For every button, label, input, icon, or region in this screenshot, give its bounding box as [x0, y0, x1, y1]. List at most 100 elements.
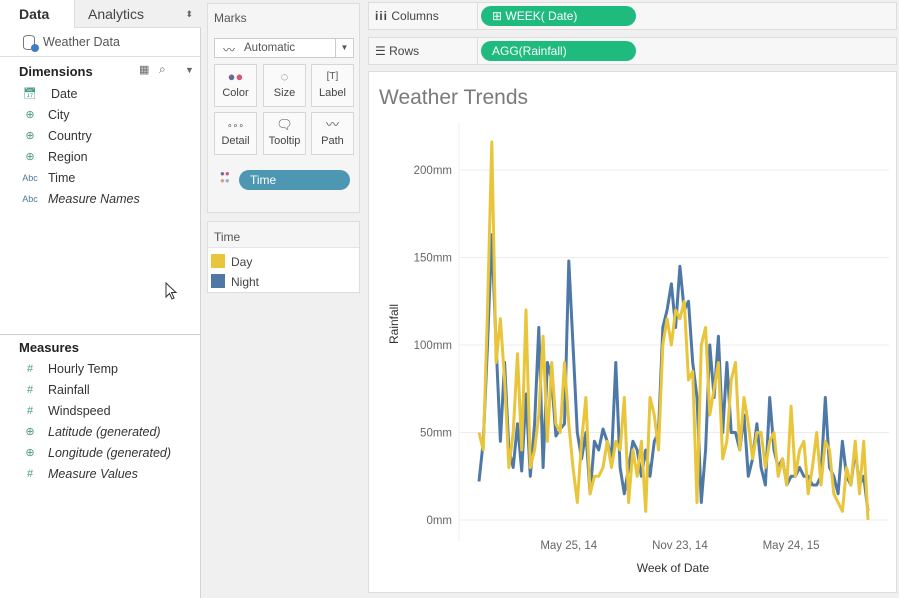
measure-windspeed[interactable]: # Windspeed — [0, 401, 200, 422]
field-label: Region — [48, 150, 88, 164]
calendar-icon: 📅︎ — [23, 88, 37, 100]
columns-shelf[interactable]: iii Columns ⊞ WEEK( Date) — [368, 2, 897, 30]
legend-label: Night — [231, 275, 260, 289]
path-icon: 〰 — [325, 117, 339, 132]
columns-icon: iii — [375, 9, 389, 23]
line-mark-icon: 〰 — [223, 43, 236, 57]
rows-icon: ☰ — [375, 44, 386, 58]
dimension-time[interactable]: Abc Time — [0, 168, 200, 189]
tooltip-button[interactable]: 🗨︎ Tooltip — [263, 112, 306, 155]
day-swatch — [211, 254, 225, 268]
series-line-night[interactable] — [477, 233, 870, 512]
color-button[interactable]: ●● Color — [214, 64, 257, 107]
x-axis-title: Week of Date — [637, 561, 710, 575]
label-button[interactable]: [T] Label — [311, 64, 354, 107]
field-label: Longitude (generated) — [48, 446, 172, 460]
globe-icon: ⊕ — [25, 109, 35, 121]
measure-longitude[interactable]: ⊕ Longitude (generated) — [0, 443, 200, 464]
mouse-cursor-icon — [165, 282, 178, 300]
week-date-pill[interactable]: ⊞ WEEK( Date) — [481, 6, 636, 26]
divider — [477, 3, 478, 29]
field-label: Hourly Temp — [48, 362, 118, 376]
y-tick-label: 100mm — [414, 340, 452, 352]
updown-icon: ⬍ — [185, 9, 193, 19]
text-label-icon: [T] — [326, 71, 339, 82]
tooltip-icon: 🗨︎ — [276, 117, 293, 132]
y-tick-label: 50mm — [420, 428, 452, 440]
rows-shelf-label: ☰ Rows — [375, 44, 420, 58]
tab-analytics[interactable]: Analytics ⬍ — [74, 0, 201, 28]
y-tick-label: 200mm — [414, 165, 452, 177]
pill-label: WEEK( Date) — [505, 9, 578, 23]
line-chart[interactable]: 0mm 50mm 100mm 150mm 200mm May 25, 14 Nov 23, … — [369, 72, 898, 594]
y-tick-label: 150mm — [414, 253, 452, 265]
button-label: Color — [222, 87, 249, 99]
rainfall-pill[interactable]: AGG(Rainfall) — [481, 41, 636, 61]
number-type-icon: # — [26, 405, 34, 417]
dimension-date[interactable]: 📅︎ Date — [0, 84, 200, 105]
field-label: Windspeed — [48, 404, 111, 418]
globe-icon: ⊕ — [25, 447, 35, 459]
chart-card: Weather Trends 0mm 50mm 100mm 150mm 200mm May… — [368, 71, 897, 593]
measure-rainfall[interactable]: # Rainfall — [0, 380, 200, 401]
mark-type-value: Automatic — [244, 42, 296, 54]
y-axis-title: Rainfall — [387, 304, 401, 344]
measure-hourly-temp[interactable]: # Hourly Temp — [0, 359, 200, 380]
path-button[interactable]: 〰 Path — [311, 112, 354, 155]
number-type-icon: # — [26, 363, 34, 375]
color-dots-icon: ●● — [227, 69, 244, 84]
button-label: Tooltip — [268, 135, 301, 147]
x-tick-label: May 25, 14 — [540, 540, 597, 552]
field-label: Latitude (generated) — [48, 425, 161, 439]
detail-button[interactable]: ∘∘∘ Detail — [214, 112, 257, 155]
color-legend: Time Day Night — [207, 221, 360, 293]
time-color-pill[interactable]: Time — [239, 170, 350, 190]
mark-type-dropdown[interactable]: 〰 Automatic ▼ — [214, 38, 354, 58]
button-label: Size — [273, 87, 296, 99]
legend-title: Time — [208, 222, 359, 248]
tab-analytics-label: Analytics — [88, 6, 145, 22]
x-tick-label: May 24, 15 — [763, 540, 820, 552]
dimension-measure-names[interactable]: Abc Measure Names — [0, 189, 200, 210]
measure-latitude[interactable]: ⊕ Latitude (generated) — [0, 422, 200, 443]
measure-measure-values[interactable]: # Measure Values — [0, 464, 200, 485]
datasource[interactable]: Weather Data — [0, 29, 200, 57]
dimension-city[interactable]: ⊕ City — [0, 105, 200, 126]
marks-title: Marks — [214, 11, 247, 25]
field-label: Measure Values — [48, 467, 138, 481]
divider — [477, 38, 478, 64]
rows-shelf[interactable]: ☰ Rows AGG(Rainfall) — [368, 37, 897, 65]
button-label: Path — [321, 135, 344, 147]
size-button[interactable]: ◌ Size — [263, 64, 306, 107]
dimension-region[interactable]: ⊕ Region — [0, 147, 200, 168]
measures-heading: Measures — [19, 340, 79, 355]
x-tick-label: Nov 23, 14 — [652, 540, 708, 552]
connected-check-icon — [31, 44, 39, 52]
globe-icon: ⊕ — [25, 426, 35, 438]
string-type-icon: Abc — [22, 194, 38, 204]
chevron-down-icon: ▼ — [335, 39, 353, 57]
data-pane: Data Analytics ⬍ Weather Data Dimensions … — [0, 0, 201, 598]
marks-card: Marks 〰 Automatic ▼ ●● Color ◌ Size [T] Lab… — [207, 3, 360, 213]
legend-label: Day — [231, 255, 253, 269]
datasource-name: Weather Data — [43, 35, 120, 49]
field-label: City — [48, 108, 70, 122]
view-list-icon[interactable]: ▦ — [139, 63, 149, 76]
y-tick-label: 0mm — [426, 515, 452, 527]
night-swatch — [211, 274, 225, 288]
dimension-country[interactable]: ⊕ Country — [0, 126, 200, 147]
chevron-down-icon[interactable]: ▼ — [185, 65, 194, 75]
color-dots-icon: ●● ●● — [220, 169, 230, 185]
string-type-icon: Abc — [22, 173, 38, 183]
columns-shelf-label: iii Columns — [375, 9, 439, 23]
globe-icon: ⊕ — [25, 130, 35, 142]
button-label: Label — [319, 87, 346, 99]
field-label: Rainfall — [48, 383, 90, 397]
tab-data[interactable]: Data — [0, 0, 74, 28]
detail-dots-icon: ∘∘∘ — [227, 120, 244, 130]
size-icon: ◌ — [280, 69, 289, 84]
search-icon[interactable]: ⌕ — [159, 62, 166, 77]
number-type-icon: # — [26, 384, 34, 396]
button-label: Detail — [221, 135, 250, 147]
divider — [0, 334, 200, 335]
